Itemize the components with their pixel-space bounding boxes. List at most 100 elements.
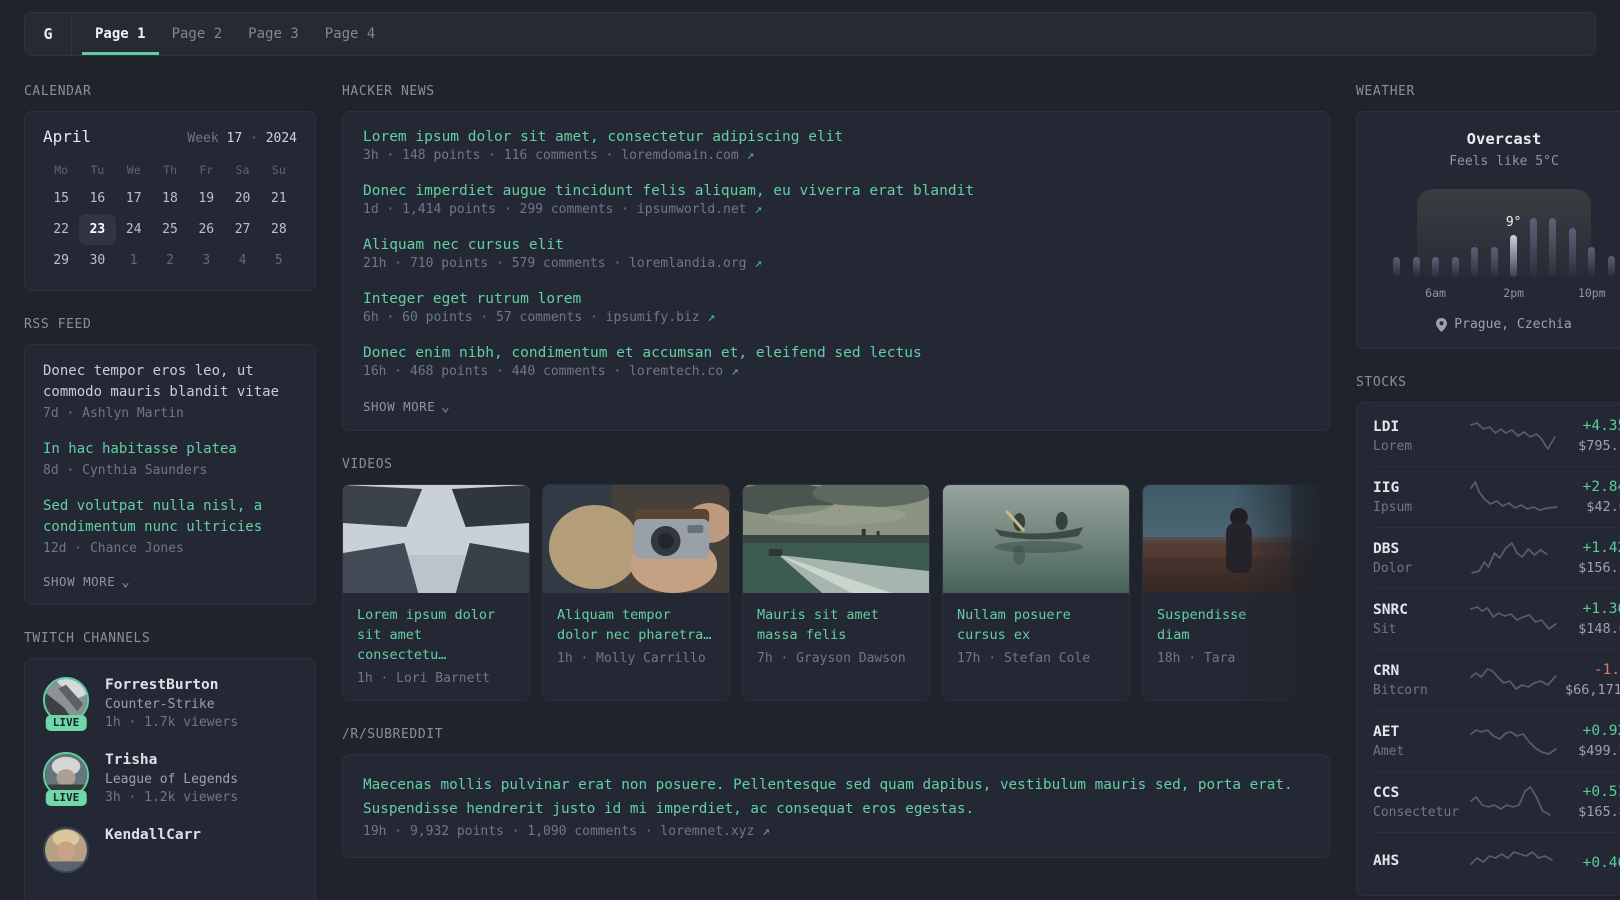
rss-show-more-button[interactable]: SHOW MORE ⌄ xyxy=(43,574,130,589)
channel-name[interactable]: Trisha xyxy=(105,752,238,768)
stocks-section: STOCKS LDI Lorem +4.3 $795. IIG Ipsum +2… xyxy=(1356,375,1620,896)
calendar-day[interactable]: 30 xyxy=(79,245,115,276)
rss-item-meta: 12d · Chance Jones xyxy=(43,541,184,556)
calendar-day[interactable]: 28 xyxy=(261,214,297,245)
chevron-down-icon: ⌄ xyxy=(441,398,451,415)
hn-story: Donec enim nibh, condimentum et accumsan… xyxy=(363,345,1309,379)
hn-story-link[interactable]: Donec imperdiet augue tincidunt felis al… xyxy=(363,183,974,199)
hackernews-section-title: HACKER NEWS xyxy=(342,84,435,99)
video-thumbnail[interactable] xyxy=(543,485,729,593)
calendar-day[interactable]: 21 xyxy=(261,183,297,214)
rss-item-link[interactable]: Sed volutpat nulla nisl, a condimentum n… xyxy=(43,496,297,538)
video-meta: 18h · Tara xyxy=(1157,651,1236,666)
nav-tab[interactable]: Page 1 xyxy=(82,13,159,55)
stock-sparkline xyxy=(1470,668,1557,690)
hands-holding-camera-image xyxy=(543,485,729,593)
video-card: Mauris sit amet massa felis 7h · Grayson… xyxy=(742,484,930,701)
calendar-day[interactable]: 17 xyxy=(116,183,152,214)
subreddit-post-meta: 19h · 9,932 points · 1,090 comments · lo… xyxy=(363,824,770,839)
calendar-day[interactable]: 19 xyxy=(188,183,224,214)
hn-story-link[interactable]: Integer eget rutrum lorem xyxy=(363,291,581,307)
calendar-day[interactable]: 16 xyxy=(79,183,115,214)
subreddit-post-link[interactable]: Maecenas mollis pulvinar erat non posuer… xyxy=(363,773,1309,821)
hackernews-section: HACKER NEWS Lorem ipsum dolor sit amet, … xyxy=(342,84,1330,431)
video-title[interactable]: Mauris sit amet massa felis xyxy=(757,605,915,645)
calendar-day[interactable]: 29 xyxy=(43,245,79,276)
hn-story-link[interactable]: Lorem ipsum dolor sit amet, consectetur … xyxy=(363,129,843,145)
stock-company-name: Sit xyxy=(1373,621,1397,637)
external-link-icon: ↗ xyxy=(707,310,716,325)
calendar-day[interactable]: 18 xyxy=(152,183,188,214)
video-thumbnail[interactable] xyxy=(1143,485,1329,593)
stock-sparkline xyxy=(1470,481,1558,511)
twitch-channel: LIVE Trisha League of Legends 3h · 1.2k … xyxy=(43,752,297,806)
calendar-day[interactable]: 25 xyxy=(152,214,188,245)
stock-row[interactable]: CCS Consectetur +0.51% $165.84 xyxy=(1373,771,1620,832)
stock-change-percent: +4.35% xyxy=(1582,418,1620,434)
dashboard-page: G Page 1 Page 2 Page 3 Page 4 CALENDAR A… xyxy=(0,0,1620,900)
video-title[interactable]: Aliquam tempor dolor nec pharetra… xyxy=(557,605,715,645)
video-title[interactable]: Nullam posuere cursus ex xyxy=(957,605,1115,645)
calendar-day[interactable]: 26 xyxy=(188,214,224,245)
calendar-day[interactable]: 22 xyxy=(43,214,79,245)
stock-row[interactable]: CRN Bitcorn -1.00% $66,171.48 xyxy=(1373,649,1620,710)
calendar-day[interactable]: 20 xyxy=(224,183,260,214)
weather-section: WEATHER Overcast Feels like 5°C 6am 9° 2… xyxy=(1356,84,1620,349)
rss-item-link[interactable]: Donec tempor eros leo, ut commodo mauris… xyxy=(43,361,297,403)
hackernews-widget: Lorem ipsum dolor sit amet, consectetur … xyxy=(342,111,1330,431)
video-card: Suspendisse diam 18h · Tara xyxy=(1142,484,1330,701)
hn-story-meta: 21h · 710 points · 579 comments · loreml… xyxy=(363,256,763,271)
kendall-avatar-image xyxy=(45,829,87,871)
hn-story: Donec imperdiet augue tincidunt felis al… xyxy=(363,183,1309,217)
weather-hour-bar xyxy=(1412,257,1420,277)
stock-sparkline xyxy=(1470,606,1557,630)
hn-story-link[interactable]: Donec enim nibh, condimentum et accumsan… xyxy=(363,345,922,361)
calendar-day[interactable]: 27 xyxy=(224,214,260,245)
stock-row[interactable]: DBS Dolor +1.42% $156.28 xyxy=(1373,527,1620,588)
calendar-day[interactable]: 4 xyxy=(224,245,260,276)
video-card: Nullam posuere cursus ex 17h · Stefan Co… xyxy=(942,484,1130,701)
stock-row[interactable]: AHS +0.46% xyxy=(1373,832,1620,893)
calendar-day[interactable]: 3 xyxy=(188,245,224,276)
video-thumbnail[interactable] xyxy=(743,485,929,593)
calendar-day[interactable]: 15 xyxy=(43,183,79,214)
calendar-section-title: CALENDAR xyxy=(24,84,92,99)
stock-price: $165.84 xyxy=(1578,804,1620,820)
calendar-day[interactable]: 1 xyxy=(116,245,152,276)
video-title[interactable]: Lorem ipsum dolor sit amet consectetu… xyxy=(357,605,515,665)
weather-hour-bar xyxy=(1588,247,1596,277)
stock-symbol: AHS xyxy=(1373,853,1400,869)
twitch-widget: LIVE ForrestBurton Counter-Strike 1h · 1… xyxy=(24,658,316,900)
weather-hour-bar xyxy=(1393,257,1400,277)
canoe-foggy-lake-image xyxy=(943,485,1129,593)
video-title[interactable]: Suspendisse diam xyxy=(1157,605,1253,645)
calendar-day[interactable]: 5 xyxy=(261,245,297,276)
nav-tab[interactable]: Page 3 xyxy=(235,13,312,55)
weather-location[interactable]: Prague, Czechia xyxy=(1377,317,1620,332)
hn-show-more-button[interactable]: SHOW MORE ⌄ xyxy=(363,399,450,414)
weather-hour-column xyxy=(1607,215,1615,277)
app-logo[interactable]: G xyxy=(25,13,72,55)
nav-tab[interactable]: Page 4 xyxy=(312,13,389,55)
rss-widget: Donec tempor eros leo, ut commodo mauris… xyxy=(24,344,316,605)
hn-story-link[interactable]: Aliquam nec cursus elit xyxy=(363,237,564,253)
stock-sparkline xyxy=(1470,729,1557,755)
stock-price: $42.04 xyxy=(1586,499,1620,515)
channel-name[interactable]: ForrestBurton xyxy=(105,677,238,693)
stock-row[interactable]: AET Amet +0.92% $499.72 xyxy=(1373,710,1620,771)
video-thumbnail[interactable] xyxy=(943,485,1129,593)
nav-tab[interactable]: Page 2 xyxy=(159,13,236,55)
stock-row[interactable]: SNRC Sit +1.36% $148.64 xyxy=(1373,588,1620,649)
stock-row[interactable]: LDI Lorem +4.35% $795.18 xyxy=(1373,405,1620,466)
weather-hour-column xyxy=(1393,215,1400,277)
stock-row[interactable]: IIG Ipsum +2.84% $42.04 xyxy=(1373,466,1620,527)
channel-name[interactable]: KendallCarr xyxy=(105,827,201,843)
calendar-day[interactable]: 24 xyxy=(116,214,152,245)
rss-item-link[interactable]: In hac habitasse platea xyxy=(43,439,237,460)
weather-hour-bar xyxy=(1451,257,1459,277)
calendar-day[interactable]: 23 xyxy=(79,214,116,245)
avatar[interactable] xyxy=(43,827,89,873)
right-column: WEATHER Overcast Feels like 5°C 6am 9° 2… xyxy=(1356,84,1620,900)
calendar-day[interactable]: 2 xyxy=(152,245,188,276)
video-thumbnail[interactable] xyxy=(343,485,529,593)
